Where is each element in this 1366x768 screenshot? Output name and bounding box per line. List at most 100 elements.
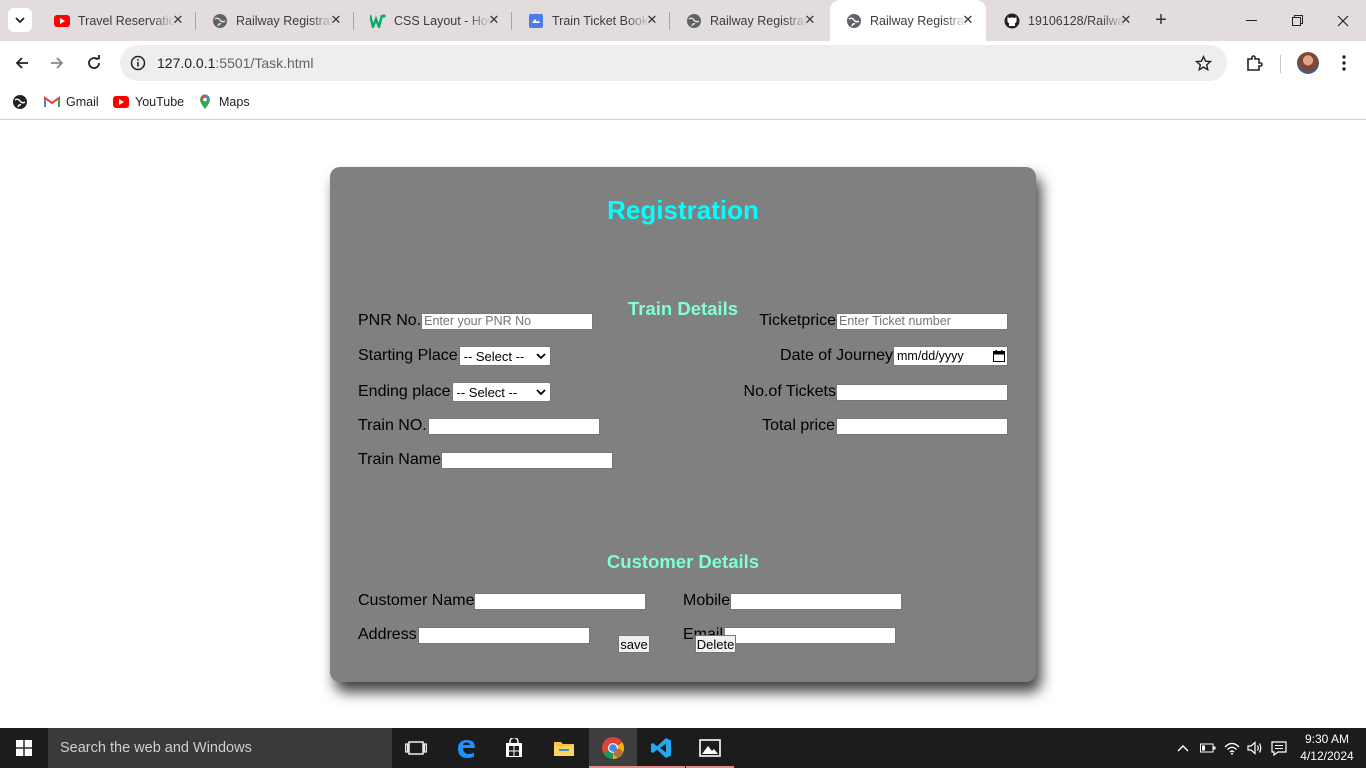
tray-overflow[interactable] — [1171, 728, 1195, 768]
close-icon[interactable]: ✕ — [328, 12, 344, 28]
delete-button[interactable]: Delete — [695, 635, 736, 653]
save-button[interactable]: save — [618, 635, 650, 653]
start-button[interactable] — [0, 728, 48, 768]
chevron-up-icon — [1177, 745, 1189, 752]
taskbar-file-explorer[interactable] — [540, 728, 588, 768]
date-of-journey-input[interactable]: mm/dd/yyyy — [893, 346, 1008, 366]
taskbar-photos[interactable] — [686, 728, 734, 768]
tray-wifi[interactable] — [1220, 728, 1244, 768]
globe-icon — [212, 13, 228, 29]
close-icon[interactable]: ✕ — [960, 12, 976, 28]
address-label: Address — [358, 626, 417, 643]
profile-avatar[interactable] — [1297, 52, 1319, 74]
new-tab-button[interactable]: + — [1150, 8, 1172, 32]
close-icon[interactable]: ✕ — [1118, 12, 1134, 28]
close-icon[interactable]: ✕ — [170, 12, 186, 28]
tab-3[interactable]: Train Ticket Booking ✕ — [512, 0, 670, 41]
customer-details-heading: Customer Details — [606, 551, 760, 572]
pnr-input[interactable] — [421, 312, 594, 330]
tab-title: Railway Registration — [870, 13, 968, 28]
close-icon[interactable]: ✕ — [802, 12, 818, 28]
bookmark-youtube[interactable]: YouTube — [113, 91, 184, 113]
pnr-label: PNR No. — [358, 312, 422, 329]
taskbar-chrome[interactable] — [589, 728, 637, 768]
url-host: 127.0.0.1 — [157, 55, 216, 71]
tab-1[interactable]: Railway Registration ✕ — [196, 0, 354, 41]
photos-icon — [699, 739, 721, 757]
taskbar-vscode[interactable] — [637, 728, 685, 768]
no-of-tickets-input[interactable] — [836, 383, 1008, 401]
vscode-icon — [651, 738, 671, 758]
taskbar-store[interactable] — [490, 728, 538, 768]
chevron-down-icon — [15, 16, 25, 23]
tab-4[interactable]: Railway Registration ✕ — [670, 0, 828, 41]
taskbar-clock[interactable]: 9:30 AM 4/12/2024 — [1296, 731, 1358, 765]
menu-button[interactable] — [1330, 49, 1358, 77]
ticketprice-input[interactable] — [836, 312, 1008, 330]
registration-card: Registration Train Details PNR No. Start… — [330, 167, 1036, 682]
edge-icon — [458, 740, 475, 758]
tab-title: Railway Registration — [710, 13, 808, 28]
forward-button[interactable] — [43, 49, 71, 77]
tab-5-active[interactable]: Railway Registration ✕ — [830, 0, 986, 41]
customer-name-input[interactable] — [474, 592, 647, 610]
folder-icon — [554, 742, 574, 756]
calendar-icon[interactable] — [993, 350, 1005, 362]
no-of-tickets-label: No.of Tickets — [743, 383, 836, 400]
address-bar[interactable]: 127.0.0.1:5501/Task.html — [120, 45, 1227, 81]
puzzle-icon — [1247, 55, 1263, 71]
tab-title: 19106128/Railway — [1028, 13, 1126, 28]
close-window-button[interactable] — [1320, 0, 1366, 41]
tray-volume[interactable] — [1243, 728, 1267, 768]
restore-button[interactable] — [1274, 0, 1320, 41]
date-of-journey-label: Date of Journey — [780, 347, 893, 364]
tab-2[interactable]: CSS Layout - How ✕ — [354, 0, 512, 41]
site-info-icon[interactable] — [128, 53, 148, 73]
mobile-input[interactable] — [730, 592, 903, 610]
tray-battery[interactable] — [1196, 728, 1220, 768]
date-of-journey-field: Date of Journey mm/dd/yyyy — [780, 346, 1008, 366]
ending-place-select[interactable]: -- Select -- — [451, 382, 551, 402]
train-name-input[interactable] — [440, 451, 613, 469]
back-button[interactable] — [8, 49, 36, 77]
total-price-input[interactable] — [836, 417, 1008, 435]
tab-6[interactable]: 19106128/Railway ✕ — [988, 0, 1144, 41]
ticketprice-field: Ticketprice — [759, 311, 1008, 331]
url-text[interactable]: 127.0.0.1:5501/Task.html — [157, 55, 313, 71]
email-input[interactable] — [724, 626, 897, 644]
tab-search-button[interactable] — [8, 8, 32, 32]
close-icon[interactable]: ✕ — [644, 12, 660, 28]
bookmark-maps[interactable]: Maps — [197, 91, 250, 113]
bookmark-gmail[interactable]: Gmail — [44, 91, 99, 113]
minimize-button[interactable] — [1228, 0, 1274, 41]
starting-place-select[interactable]: -- Select -- — [458, 346, 551, 366]
extensions-button[interactable] — [1240, 49, 1268, 77]
total-price-label: Total price — [762, 417, 835, 434]
taskbar-search-box[interactable]: Search the web and Windows — [48, 728, 392, 768]
starting-place-label: Starting Place — [358, 347, 458, 364]
pnr-field: PNR No. — [358, 311, 594, 331]
tab-0[interactable]: Travel Reservation ✕ — [38, 0, 196, 41]
train-name-field: Train Name — [358, 450, 613, 470]
bookmark-globe[interactable] — [12, 91, 34, 113]
train-no-input[interactable] — [427, 417, 600, 435]
gmail-icon — [44, 94, 60, 110]
bookmark-star-icon[interactable] — [1193, 53, 1213, 73]
close-icon[interactable]: ✕ — [486, 12, 502, 28]
customer-name-field: Customer Name — [358, 591, 647, 611]
address-field: Address — [358, 625, 590, 645]
arrow-right-icon — [51, 57, 64, 69]
date-value: mm/dd/yyyy — [897, 349, 964, 363]
github-icon — [1004, 13, 1020, 29]
starting-place-field: Starting Place -- Select -- — [358, 346, 551, 366]
taskbar-edge[interactable] — [442, 728, 490, 768]
ending-place-value: -- Select -- — [456, 384, 518, 400]
address-input[interactable] — [417, 626, 590, 644]
reload-button[interactable] — [80, 49, 108, 77]
tray-notifications[interactable] — [1267, 728, 1291, 768]
notification-icon — [1271, 740, 1287, 756]
ending-place-label: Ending place — [358, 383, 451, 400]
train-name-label: Train Name — [358, 451, 441, 468]
task-view-button[interactable] — [392, 728, 440, 768]
volume-icon — [1247, 741, 1262, 755]
